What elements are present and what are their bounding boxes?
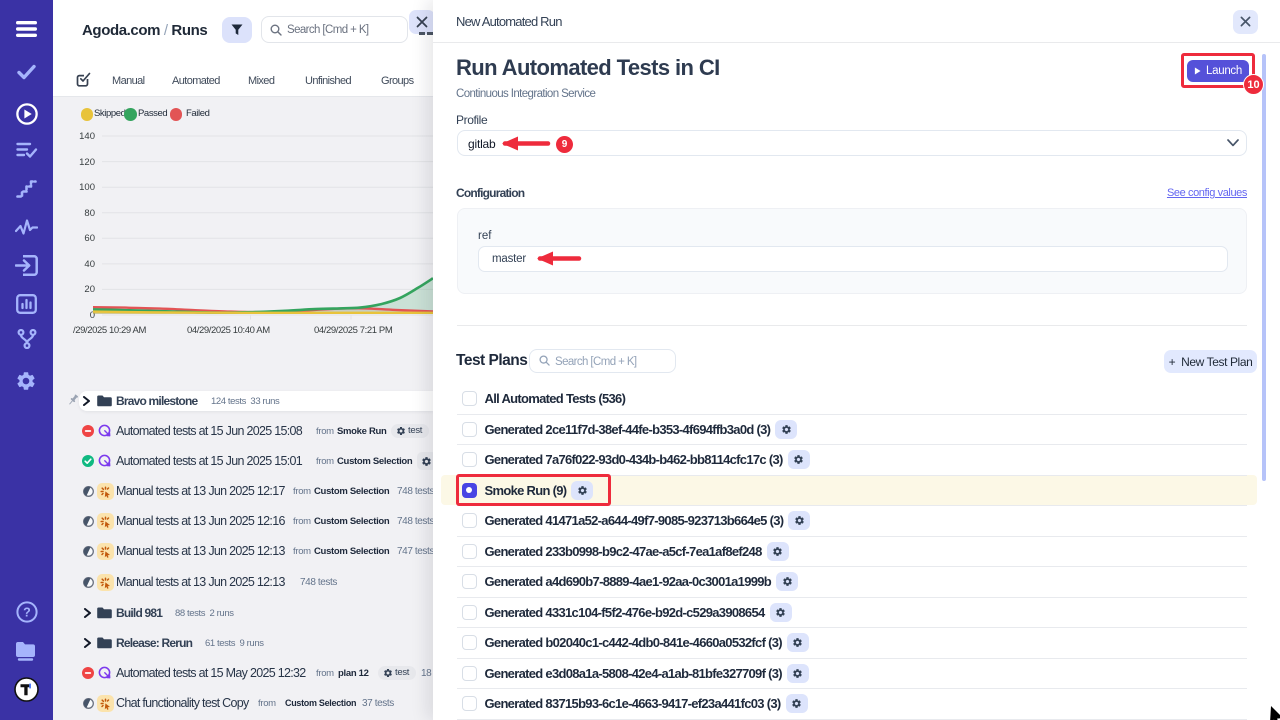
svg-text:?: ?	[23, 605, 31, 619]
